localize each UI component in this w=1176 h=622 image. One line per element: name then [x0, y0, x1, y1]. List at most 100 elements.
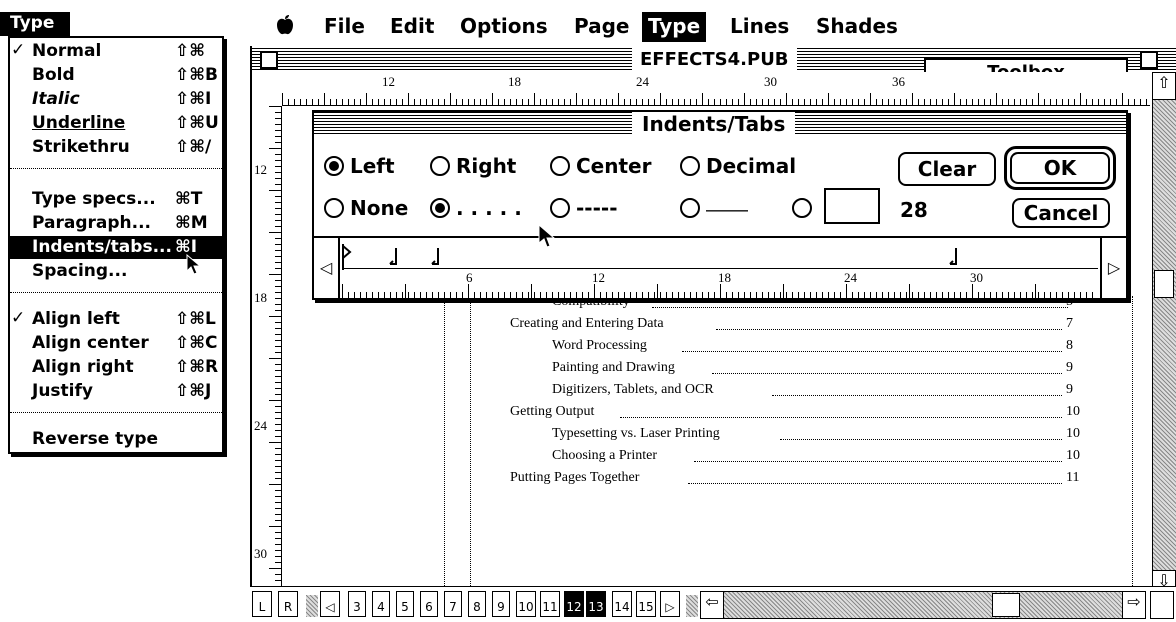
- grow-box-icon[interactable]: [1150, 591, 1174, 619]
- menu-options[interactable]: Options: [454, 12, 554, 42]
- page-icon-4[interactable]: 4: [372, 591, 390, 617]
- scroll-left-arrow-icon[interactable]: ⇦: [700, 591, 724, 619]
- page-icon-3[interactable]: 3: [348, 591, 366, 617]
- menu-item-align-center[interactable]: Align center ⇧⌘C: [10, 332, 222, 355]
- zoom-box-icon[interactable]: [1140, 51, 1158, 69]
- menu-item-normal[interactable]: ✓ Normal ⇧⌘: [10, 40, 222, 63]
- radio-leader-dashes[interactable]: [550, 198, 570, 218]
- menu-item-reverse-type[interactable]: Reverse type: [10, 428, 222, 451]
- radio-leader-dashes-label: -----: [576, 196, 618, 220]
- radio-center[interactable]: [550, 156, 570, 176]
- right-master-page-icon[interactable]: R: [278, 591, 298, 617]
- menu-lines[interactable]: Lines: [724, 12, 795, 42]
- menu-item-justify[interactable]: Justify ⇧⌘J: [10, 380, 222, 403]
- clear-button[interactable]: Clear: [898, 152, 996, 186]
- ruler-label: 24: [636, 74, 649, 89]
- toc-page-number: 7: [1066, 316, 1073, 331]
- page-icon-10[interactable]: 10: [516, 591, 536, 617]
- menu-shades[interactable]: Shades: [810, 12, 904, 42]
- menu-item-label: Underline: [32, 113, 126, 133]
- tab-stop-marker-icon[interactable]: [948, 248, 960, 268]
- menu-item-type-specs[interactable]: Type specs... ⌘T: [10, 188, 222, 211]
- tab-stop-marker-icon[interactable]: [388, 248, 400, 268]
- toc-entry: Painting and Drawing: [552, 360, 675, 375]
- menu-bar: File Edit Options Page Type Lines Shades: [270, 10, 1176, 44]
- toc-page-number: 11: [1066, 470, 1080, 485]
- menu-file[interactable]: File: [318, 12, 371, 42]
- toc-page-number: 8: [1066, 338, 1073, 353]
- menu-separator: [10, 168, 222, 169]
- horizontal-scroll-thumb[interactable]: [992, 593, 1020, 617]
- vertical-scrollbar[interactable]: [1152, 72, 1176, 600]
- ruler-scroll-right-icon[interactable]: ▷: [1100, 238, 1126, 298]
- ruler-label: 18: [718, 270, 731, 285]
- page-icon-6[interactable]: 6: [420, 591, 438, 617]
- page-icon-11[interactable]: 11: [540, 591, 560, 617]
- radio-left[interactable]: [324, 156, 344, 176]
- page-icon-9[interactable]: 9: [492, 591, 510, 617]
- radio-leader-line[interactable]: [680, 198, 700, 218]
- apple-menu-icon[interactable]: [270, 12, 300, 42]
- menu-item-align-left[interactable]: ✓ Align left ⇧⌘L: [10, 308, 222, 331]
- close-box-icon[interactable]: [260, 51, 278, 69]
- menu-item-bold[interactable]: Bold ⇧⌘B: [10, 64, 222, 87]
- toc-leader: [682, 338, 1062, 352]
- scroll-right-arrow-icon[interactable]: ⇨: [1122, 591, 1146, 619]
- page-scroll-left-icon[interactable]: ◁: [320, 591, 340, 617]
- toc-entry: Word Processing: [552, 338, 647, 353]
- tab-ruler[interactable]: 6 12 18 24 30: [342, 268, 1098, 298]
- menu-item-strikethru[interactable]: Strikethru ⇧⌘/: [10, 136, 222, 159]
- radio-right[interactable]: [430, 156, 450, 176]
- menu-item-shortcut: ⇧⌘I: [175, 89, 212, 109]
- menu-page[interactable]: Page: [568, 12, 636, 42]
- page-icon-5[interactable]: 5: [396, 591, 414, 617]
- cancel-button[interactable]: Cancel: [1012, 198, 1110, 228]
- menu-item-label: Justify: [32, 381, 93, 401]
- page-icon-7[interactable]: 7: [444, 591, 462, 617]
- custom-leader-input[interactable]: [824, 188, 880, 224]
- left-master-page-icon[interactable]: L: [252, 591, 272, 617]
- radio-leader-custom[interactable]: [792, 198, 812, 218]
- ruler-label: 24: [844, 270, 857, 285]
- margin-guide: [1132, 296, 1133, 596]
- type-menu-title[interactable]: Type: [0, 12, 70, 36]
- menu-item-paragraph[interactable]: Paragraph... ⌘M: [10, 212, 222, 235]
- page-bar: L R ◁ 3 4 5 6 7 8 9 10 11 12 13 14 15 ▷ …: [250, 586, 1176, 622]
- radio-leader-dots-label: . . . . .: [456, 196, 522, 220]
- page-icon-14[interactable]: 14: [612, 591, 632, 617]
- ruler-label: 30: [764, 74, 777, 89]
- ok-button[interactable]: OK: [1010, 152, 1110, 184]
- toc-entry: Putting Pages Together: [510, 470, 640, 485]
- radio-leader-dots[interactable]: [430, 198, 450, 218]
- top-ruler[interactable]: 12 18 24 30 36: [282, 72, 1150, 106]
- ruler-label: 12: [592, 270, 605, 285]
- menu-item-italic[interactable]: Italic ⇧⌘I: [10, 88, 222, 111]
- ruler-scroll-left-icon[interactable]: ◁: [314, 238, 340, 298]
- scroll-up-arrow-icon[interactable]: ⇧: [1152, 72, 1176, 100]
- menu-item-shortcut: ⇧⌘B: [175, 65, 218, 85]
- menu-item-align-right[interactable]: Align right ⇧⌘R: [10, 356, 222, 379]
- menu-item-shortcut: ⌘T: [175, 189, 203, 209]
- page-scroll-right-icon[interactable]: ▷: [660, 591, 680, 617]
- menu-item-label: Reverse type: [32, 429, 159, 449]
- radio-leader-line-label: ______: [706, 196, 748, 212]
- tab-stop-marker-icon[interactable]: [430, 248, 442, 268]
- page-icon-13[interactable]: 13: [586, 591, 606, 617]
- toc-leader: [716, 316, 1062, 330]
- dialog-title: Indents/Tabs: [632, 112, 796, 136]
- left-ruler[interactable]: 12 18 24 30: [252, 106, 282, 600]
- left-indent-marker-icon[interactable]: [342, 244, 352, 270]
- tab-ruler-panel[interactable]: ◁ ▷ 6 12 18 24 30: [314, 236, 1126, 298]
- radio-decimal[interactable]: [680, 156, 700, 176]
- menu-item-underline[interactable]: Underline ⇧⌘U: [10, 112, 222, 135]
- radio-leader-none[interactable]: [324, 198, 344, 218]
- page-icon-15[interactable]: 15: [636, 591, 656, 617]
- page-icon-12[interactable]: 12: [564, 591, 584, 617]
- menu-type[interactable]: Type: [642, 12, 707, 42]
- page-icon-8[interactable]: 8: [468, 591, 486, 617]
- menu-item-label: Align left: [32, 309, 120, 329]
- radio-right-label: Right: [456, 154, 517, 178]
- vertical-scroll-thumb[interactable]: [1154, 270, 1174, 298]
- horizontal-scrollbar[interactable]: [724, 591, 1122, 619]
- menu-edit[interactable]: Edit: [384, 12, 440, 42]
